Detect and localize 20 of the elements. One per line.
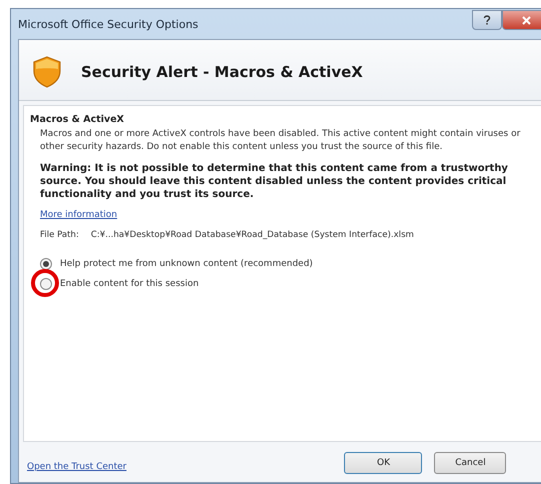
file-path-label: File Path: bbox=[40, 230, 79, 240]
cancel-button[interactable]: Cancel bbox=[434, 452, 506, 474]
close-button[interactable] bbox=[502, 10, 541, 30]
radio-button[interactable] bbox=[40, 258, 52, 270]
alert-title: Security Alert - Macros & ActiveX bbox=[81, 63, 363, 81]
help-button[interactable] bbox=[472, 10, 502, 30]
trust-center-link[interactable]: Open the Trust Center bbox=[27, 462, 126, 472]
more-information-link[interactable]: More information bbox=[40, 210, 118, 220]
file-path: C:¥...ha¥Desktop¥Road Database¥Road_Database (System Interface).xlsm bbox=[90, 230, 414, 240]
shield-icon bbox=[33, 56, 61, 88]
option-label[interactable]: Enable content for this session bbox=[60, 279, 199, 289]
radio-button[interactable] bbox=[40, 278, 52, 290]
close-icon bbox=[522, 16, 530, 24]
help-icon bbox=[483, 15, 491, 25]
warning-text: Warning: It is not possible to determine that this content came from a trustworthy source. You should leave this content disabled unless the content provides critical functionality and you trust its source. bbox=[40, 162, 509, 201]
option-label[interactable]: Help protect me from unknown content (recommended) bbox=[60, 259, 313, 269]
section-heading: Macros & ActiveX bbox=[30, 114, 126, 125]
description-text: Macros and one or more ActiveX controls have been disabled. This active content might contain viruses or other security hazards. Do not enable this content unless you trust the source of this file. bbox=[40, 128, 522, 154]
ok-button[interactable]: OK bbox=[344, 452, 422, 474]
window-title: Microsoft Office Security Options bbox=[18, 18, 198, 30]
